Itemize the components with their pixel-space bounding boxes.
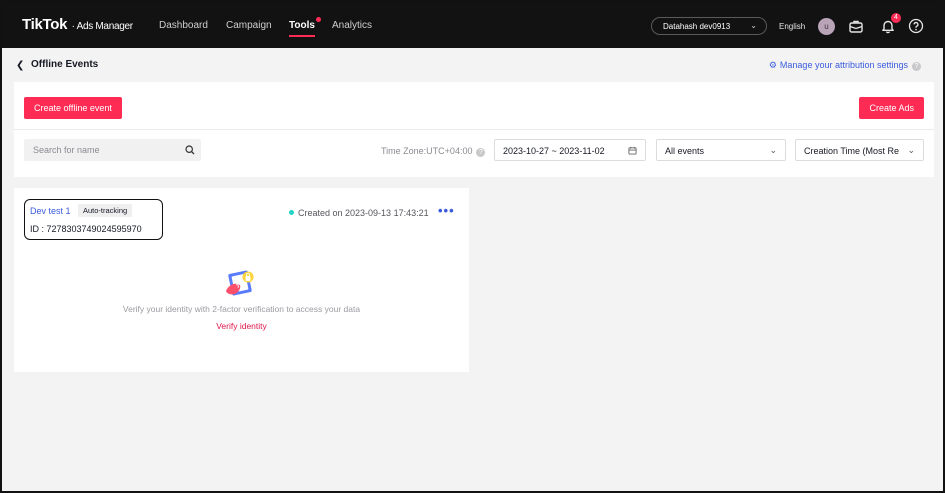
date-range-value: 2023-10-27 ~ 2023-11-02 <box>503 146 605 156</box>
events-filter-value: All events <box>665 146 705 156</box>
nav-dashboard[interactable]: Dashboard <box>159 20 208 31</box>
top-nav: TikTok · Ads Manager Dashboard Campaign … <box>2 2 943 48</box>
briefcase-icon[interactable] <box>848 18 864 34</box>
create-offline-event-button[interactable]: Create offline event <box>24 97 122 119</box>
created-status: Created on 2023-09-13 17:43:21 <box>289 208 429 218</box>
nav-campaign[interactable]: Campaign <box>226 20 272 31</box>
status-dot-icon <box>289 210 294 215</box>
account-selector[interactable]: Datahash dev0913 ⌄ <box>651 17 767 35</box>
toolbar-panel: Create offline event Create Ads Time Zon… <box>14 82 934 177</box>
verify-identity-illustration-icon <box>226 270 254 296</box>
auto-tracking-tag: Auto-tracking <box>78 204 133 217</box>
created-date: Created on 2023-09-13 17:43:21 <box>298 208 429 218</box>
help-circle-icon[interactable]: ? <box>912 62 921 71</box>
chevron-down-icon: ⌄ <box>769 145 777 155</box>
date-range-picker[interactable]: 2023-10-27 ~ 2023-11-02 <box>494 139 646 161</box>
sort-value: Creation Time (Most Re <box>804 146 900 156</box>
offline-event-card: Dev test 1 Auto-tracking ID : 7278303749… <box>14 188 469 372</box>
nav-tools-label: Tools <box>289 20 315 31</box>
help-icon[interactable] <box>908 18 924 34</box>
events-filter-select[interactable]: All events ⌄ <box>656 139 786 161</box>
divider <box>14 129 934 130</box>
nav-analytics[interactable]: Analytics <box>332 20 372 31</box>
verify-identity-link[interactable]: Verify identity <box>14 321 469 331</box>
search-icon[interactable] <box>185 145 195 155</box>
nav-tools[interactable]: Tools <box>289 17 321 37</box>
search-input[interactable] <box>24 139 201 161</box>
logo-text: TikTok <box>22 16 68 33</box>
notification-badge: 4 <box>891 13 901 23</box>
logo-sub: Ads Manager <box>76 21 133 32</box>
page-header: ❮ Offline Events ⚙ Manage your attributio… <box>2 48 943 82</box>
timezone-label: Time Zone:UTC+04:00? <box>381 146 486 157</box>
calendar-icon <box>628 146 637 155</box>
manage-attribution-label: Manage your attribution settings <box>779 60 908 70</box>
app-frame: TikTok · Ads Manager Dashboard Campaign … <box>0 0 945 493</box>
logo[interactable]: TikTok · Ads Manager <box>22 16 133 33</box>
language-selector[interactable]: English <box>779 22 805 31</box>
settings-icon: ⚙ <box>768 60 777 70</box>
event-id: ID : 7278303749024595970 <box>30 224 142 234</box>
timezone-text: Time Zone:UTC+04:00 <box>381 146 473 156</box>
page-title: Offline Events <box>31 59 99 70</box>
create-ads-button[interactable]: Create Ads <box>859 97 924 119</box>
chevron-down-icon: ⌄ <box>750 21 757 30</box>
back-chevron-icon[interactable]: ❮ <box>16 60 24 71</box>
more-options-icon[interactable]: ••• <box>438 203 455 218</box>
sort-select[interactable]: Creation Time (Most Re ⌄ <box>795 139 924 161</box>
avatar[interactable]: u <box>818 18 835 35</box>
account-name: Datahash dev0913 <box>663 22 731 31</box>
verify-message: Verify your identity with 2-factor verif… <box>122 304 361 314</box>
chevron-down-icon: ⌄ <box>905 145 915 156</box>
timezone-help-icon[interactable]: ? <box>476 148 486 157</box>
manage-attribution-link[interactable]: ⚙ Manage your attribution settings? <box>769 60 921 71</box>
event-name-link[interactable]: Dev test 1 <box>30 206 71 216</box>
nav-tools-dot <box>315 17 321 22</box>
nav-active-underline <box>289 35 315 37</box>
